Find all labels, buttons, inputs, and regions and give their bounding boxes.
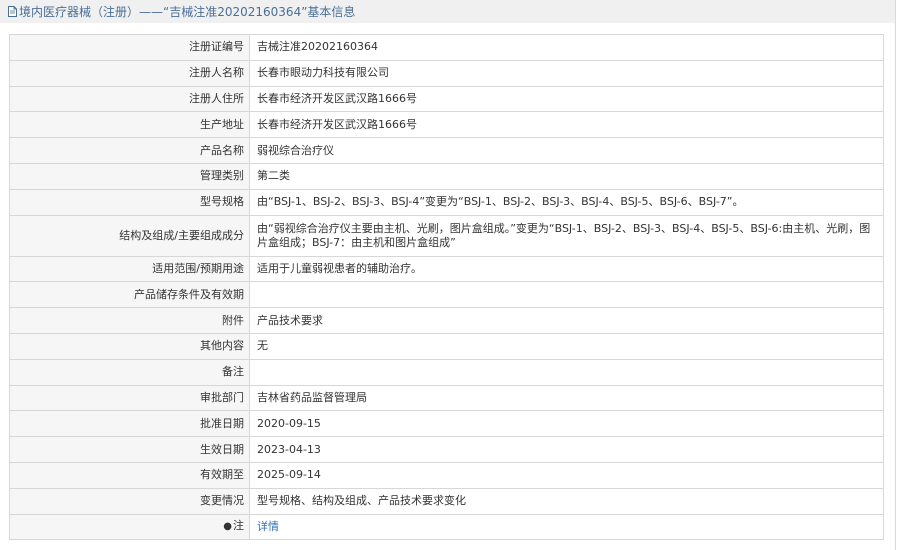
table-row: 批准日期 2020-09-15: [9, 410, 884, 438]
row-value: 无: [249, 332, 884, 360]
row-value: 吉械注准20202160364: [249, 34, 884, 61]
table-row: 产品储存条件及有效期: [9, 281, 884, 309]
row-value: 2025-09-14: [249, 461, 884, 489]
row-label: 产品储存条件及有效期: [9, 281, 250, 309]
row-label: 生效日期: [9, 436, 250, 463]
row-value: 吉林省药品监督管理局: [249, 384, 884, 412]
row-value: 弱视综合治疗仪: [249, 137, 884, 164]
row-label: 注册人名称: [9, 59, 250, 87]
row-label: 管理类别: [9, 162, 250, 190]
row-label: 附件: [9, 307, 250, 334]
row-label: 产品名称: [9, 137, 250, 164]
row-label: 注册证编号: [9, 34, 250, 61]
row-value: 型号规格、结构及组成、产品技术要求变化: [249, 487, 884, 515]
row-label: 批准日期: [9, 410, 250, 438]
table-row: 备注: [9, 358, 884, 386]
table-row: 变更情况 型号规格、结构及组成、产品技术要求变化: [9, 487, 884, 515]
table-row: 型号规格 由“BSJ-1、BSJ-2、BSJ-3、BSJ-4”变更为“BSJ-1…: [9, 188, 884, 216]
row-label: 型号规格: [9, 188, 250, 216]
row-value: 由“BSJ-1、BSJ-2、BSJ-3、BSJ-4”变更为“BSJ-1、BSJ-…: [249, 188, 884, 216]
row-value: 长春市经济开发区武汉路1666号: [249, 111, 884, 139]
table-row: 注册人住所 长春市经济开发区武汉路1666号: [9, 85, 884, 113]
table-row: 结构及组成/主要组成成分 由“弱视综合治疗仪主要由主机、光刷，图片盒组成。”变更…: [9, 214, 884, 257]
row-label: 变更情况: [9, 487, 250, 515]
page-header: 境内医疗器械（注册）——“吉械注准20202160364”基本信息: [0, 0, 895, 23]
bullet-icon: ●: [223, 521, 232, 533]
table-row: 注册人名称 长春市眼动力科技有限公司: [9, 59, 884, 87]
row-value: 长春市眼动力科技有限公司: [249, 59, 884, 87]
table-row: 适用范围/预期用途 适用于儿童弱视患者的辅助治疗。: [9, 255, 884, 283]
row-label: 其他内容: [9, 332, 250, 360]
row-value: 由“弱视综合治疗仪主要由主机、光刷，图片盒组成。”变更为“BSJ-1、BSJ-2…: [249, 214, 884, 257]
row-value: 第二类: [249, 162, 884, 190]
document-icon: [8, 6, 17, 17]
row-value: 产品技术要求: [249, 307, 884, 334]
row-label: 有效期至: [9, 461, 250, 489]
row-label: 生产地址: [9, 111, 250, 139]
note-label-cell: ●注: [9, 513, 250, 541]
table-row: 注册证编号 吉械注准20202160364: [9, 34, 884, 61]
row-value: 长春市经济开发区武汉路1666号: [249, 85, 884, 113]
info-table: 注册证编号 吉械注准20202160364 注册人名称 长春市眼动力科技有限公司…: [9, 34, 884, 541]
row-label: 适用范围/预期用途: [9, 255, 250, 283]
row-label: 审批部门: [9, 384, 250, 412]
row-value: 适用于儿童弱视患者的辅助治疗。: [249, 255, 884, 283]
row-label: 结构及组成/主要组成成分: [9, 214, 250, 257]
table-row: 其他内容 无: [9, 332, 884, 360]
row-value: 2023-04-13: [249, 436, 884, 463]
table-row: 审批部门 吉林省药品监督管理局: [9, 384, 884, 412]
row-value: [249, 281, 884, 309]
note-label: 注: [233, 519, 244, 533]
page-title: 境内医疗器械（注册）——“吉械注准20202160364”基本信息: [19, 5, 356, 19]
row-value: [249, 358, 884, 386]
row-label: 备注: [9, 358, 250, 386]
table-row: ●注 详情: [9, 513, 884, 541]
note-value-cell: 详情: [249, 513, 884, 541]
table-row: 生效日期 2023-04-13: [9, 436, 884, 463]
table-row: 产品名称 弱视综合治疗仪: [9, 137, 884, 164]
row-label: 注册人住所: [9, 85, 250, 113]
table-row: 附件 产品技术要求: [9, 307, 884, 334]
details-link[interactable]: 详情: [257, 520, 279, 533]
page-divider: [895, 0, 896, 550]
table-row: 生产地址 长春市经济开发区武汉路1666号: [9, 111, 884, 139]
table-row: 有效期至 2025-09-14: [9, 461, 884, 489]
table-row: 管理类别 第二类: [9, 162, 884, 190]
row-value: 2020-09-15: [249, 410, 884, 438]
